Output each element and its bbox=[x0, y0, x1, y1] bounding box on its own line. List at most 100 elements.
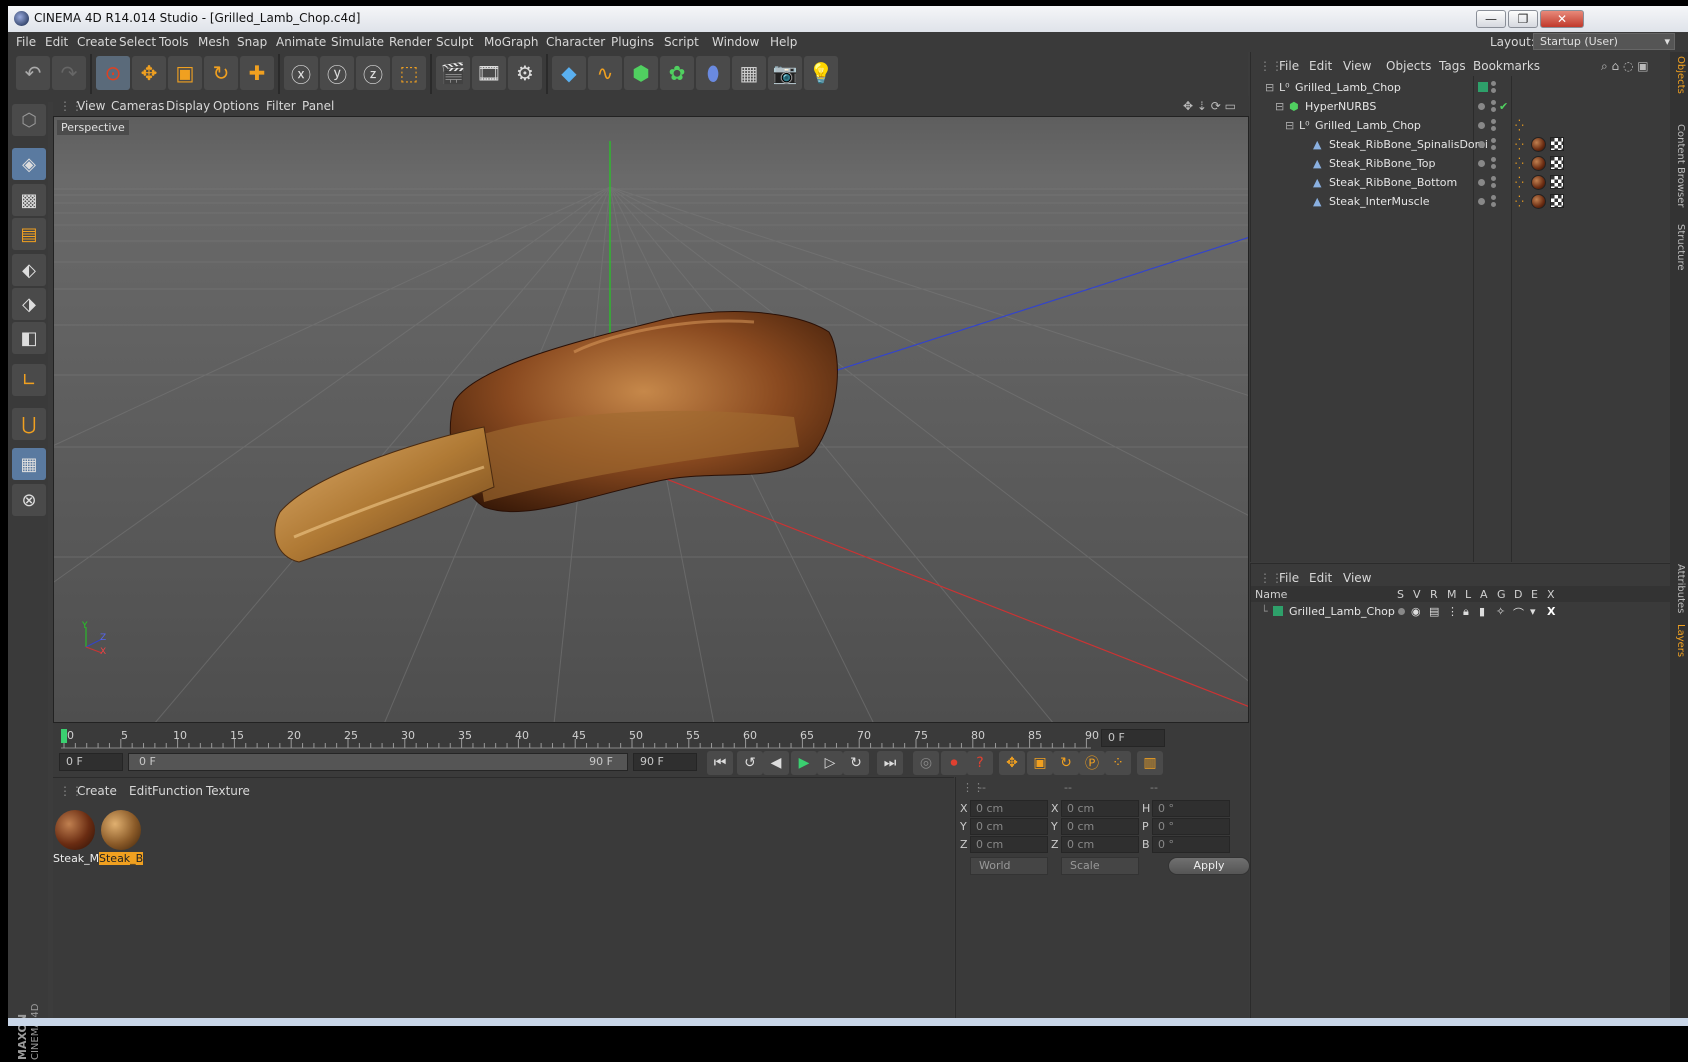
size-mode-dropdown[interactable]: Scale bbox=[1061, 857, 1139, 875]
model-mode-icon[interactable]: ◈ bbox=[12, 148, 46, 180]
camera-icon[interactable]: 📷 bbox=[768, 56, 802, 90]
previous-key-icon[interactable]: ↺ bbox=[737, 751, 763, 775]
layer-col-expressions[interactable]: E bbox=[1531, 588, 1538, 601]
object-menu-bookmarks[interactable]: Bookmarks bbox=[1473, 59, 1540, 73]
next-frame-icon[interactable]: ▷ bbox=[817, 751, 843, 775]
menu-help[interactable]: Help bbox=[770, 35, 797, 49]
editor-visibility-dot[interactable] bbox=[1491, 81, 1496, 86]
phong-tag-icon[interactable]: ⁛ bbox=[1515, 157, 1524, 170]
editor-visibility-dot[interactable] bbox=[1478, 141, 1485, 148]
render-visibility-dot[interactable] bbox=[1491, 145, 1496, 150]
object-name[interactable]: Grilled_Lamb_Chop bbox=[1315, 119, 1421, 132]
object-menu-objects[interactable]: Objects bbox=[1386, 59, 1431, 73]
object-row[interactable]: ▲ Steak_RibBone_Bottom ⁛ bbox=[1251, 173, 1671, 192]
menu-mograph[interactable]: MoGraph bbox=[484, 35, 539, 49]
object-row[interactable]: ⊟ L⁰ Grilled_Lamb_Chop ⁛ bbox=[1251, 116, 1671, 135]
keyframe-selection-icon[interactable]: ? bbox=[967, 751, 993, 775]
layer-col-locked[interactable]: L bbox=[1465, 588, 1471, 601]
layer-view-eye-icon[interactable]: ◉ bbox=[1411, 605, 1421, 618]
magnet-icon[interactable]: ⋃ bbox=[12, 408, 46, 440]
side-tab-layers[interactable]: Layers bbox=[1672, 624, 1686, 657]
object-row[interactable]: ⊟ ⬢ HyperNURBS ✔ bbox=[1251, 97, 1671, 116]
deformer-icon[interactable]: ⬮ bbox=[696, 56, 730, 90]
object-name[interactable]: Steak_RibBone_Bottom bbox=[1329, 176, 1457, 189]
tree-collapse-icon[interactable]: ⊟ bbox=[1275, 100, 1284, 113]
object-name[interactable]: Grilled_Lamb_Chop bbox=[1295, 81, 1401, 94]
viewport-menu-filter[interactable]: Filter bbox=[266, 99, 296, 113]
maximize-button[interactable]: ❐ bbox=[1508, 10, 1538, 28]
polygons-mode-icon[interactable]: ◧ bbox=[12, 322, 46, 354]
y-axis-lock-icon[interactable]: ⓨ bbox=[320, 56, 354, 90]
auto-keying-icon[interactable]: ⏺ bbox=[941, 751, 967, 775]
size-x-field[interactable]: 0 cm bbox=[1061, 800, 1139, 817]
material-tag-icon[interactable] bbox=[1531, 175, 1546, 190]
tree-collapse-icon[interactable]: ⊟ bbox=[1285, 119, 1294, 132]
layer-menu-view[interactable]: View bbox=[1343, 571, 1371, 585]
position-z-field[interactable]: 0 cm bbox=[970, 836, 1048, 853]
layer-col-xref[interactable]: X bbox=[1547, 588, 1555, 601]
rotation-h-field[interactable]: 0 ° bbox=[1152, 800, 1230, 817]
size-y-field[interactable]: 0 cm bbox=[1061, 818, 1139, 835]
material-swatch[interactable]: Steak_M bbox=[53, 808, 99, 870]
layer-generator-icon[interactable]: ✧ bbox=[1496, 605, 1505, 618]
editor-visibility-dot[interactable] bbox=[1491, 119, 1496, 124]
key-scale-icon[interactable]: ▣ bbox=[1027, 751, 1053, 775]
axis-mode-icon[interactable]: ∟ bbox=[12, 364, 46, 396]
editor-visibility-dot[interactable] bbox=[1491, 157, 1496, 162]
layer-color-icon[interactable] bbox=[1478, 82, 1488, 92]
object-name[interactable]: Steak_RibBone_SpinalisDorsi bbox=[1329, 138, 1488, 151]
layer-col-deformers[interactable]: D bbox=[1514, 588, 1522, 601]
undo-icon[interactable]: ↶ bbox=[16, 56, 50, 90]
layer-menu-edit[interactable]: Edit bbox=[1309, 571, 1332, 585]
material-menu-texture[interactable]: Texture bbox=[206, 784, 250, 798]
material-menu-edit[interactable]: Edit bbox=[129, 784, 152, 798]
layer-render-icon[interactable]: ▤ bbox=[1429, 605, 1439, 618]
object-menu-tags[interactable]: Tags bbox=[1439, 59, 1466, 73]
uvw-tag-icon[interactable] bbox=[1550, 156, 1564, 170]
uvw-tag-icon[interactable] bbox=[1550, 175, 1564, 189]
snap-icon[interactable]: ⊗ bbox=[12, 484, 46, 516]
side-tab-objects[interactable]: Objects bbox=[1672, 56, 1686, 94]
layer-expression-icon[interactable]: ▾ bbox=[1530, 605, 1536, 618]
make-editable-icon[interactable]: ⬡ bbox=[12, 104, 46, 136]
layer-col-solo[interactable]: S bbox=[1397, 588, 1404, 601]
layer-col-view[interactable]: V bbox=[1413, 588, 1421, 601]
object-row[interactable]: ▲ Steak_RibBone_Top ⁛ bbox=[1251, 154, 1671, 173]
object-menu-view[interactable]: View bbox=[1343, 59, 1371, 73]
start-frame-field[interactable]: 0 F bbox=[59, 753, 123, 771]
layer-animation-icon[interactable]: ▮ bbox=[1479, 605, 1485, 618]
position-x-field[interactable]: 0 cm bbox=[970, 800, 1048, 817]
layer-menu-file[interactable]: File bbox=[1279, 571, 1299, 585]
cube-icon[interactable]: ◆ bbox=[552, 56, 586, 90]
layer-name[interactable]: Grilled_Lamb_Chop bbox=[1289, 605, 1395, 618]
render-visibility-dot[interactable] bbox=[1491, 126, 1496, 131]
uvw-tag-icon[interactable] bbox=[1550, 194, 1564, 208]
x-axis-lock-icon[interactable]: ⓧ bbox=[284, 56, 318, 90]
layer-xref-icon[interactable]: X bbox=[1547, 605, 1555, 618]
apply-button[interactable]: Apply bbox=[1168, 857, 1250, 875]
goto-end-icon[interactable]: ⏭ bbox=[877, 751, 903, 775]
material-menu-create[interactable]: Create bbox=[77, 784, 117, 798]
render-visibility-dot[interactable] bbox=[1491, 88, 1496, 93]
object-name[interactable]: Steak_InterMuscle bbox=[1329, 195, 1430, 208]
editor-visibility-dot[interactable] bbox=[1478, 179, 1485, 186]
side-tab-attributes[interactable]: Attributes bbox=[1672, 564, 1686, 613]
uvw-tag-icon[interactable] bbox=[1550, 137, 1564, 151]
menu-sculpt[interactable]: Sculpt bbox=[436, 35, 473, 49]
rotation-p-field[interactable]: 0 ° bbox=[1152, 818, 1230, 835]
layer-lock-icon[interactable]: 🔒︎ bbox=[1463, 605, 1469, 619]
material-tag-icon[interactable] bbox=[1531, 156, 1546, 171]
render-visibility-dot[interactable] bbox=[1491, 202, 1496, 207]
menu-animate[interactable]: Animate bbox=[276, 35, 326, 49]
workplane-icon[interactable]: ▤ bbox=[12, 218, 46, 250]
minimize-button[interactable]: — bbox=[1476, 10, 1506, 28]
key-point-level-icon[interactable]: ⁘ bbox=[1105, 751, 1131, 775]
side-tab-structure[interactable]: Structure bbox=[1672, 224, 1686, 271]
menu-window[interactable]: Window bbox=[712, 35, 759, 49]
render-settings-icon[interactable]: ⚙ bbox=[508, 56, 542, 90]
next-key-icon[interactable]: ↻ bbox=[843, 751, 869, 775]
goto-start-icon[interactable]: ⏮ bbox=[707, 751, 733, 775]
material-tag-icon[interactable] bbox=[1531, 194, 1546, 209]
rotation-b-field[interactable]: 0 ° bbox=[1152, 836, 1230, 853]
key-rotation-icon[interactable]: ↻ bbox=[1053, 751, 1079, 775]
